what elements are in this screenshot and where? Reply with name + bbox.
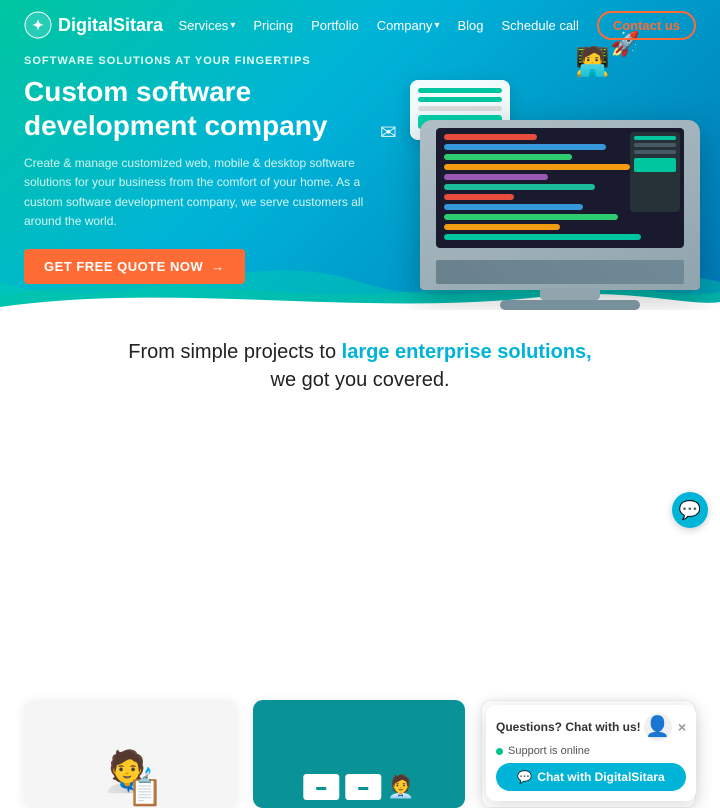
chat-close-button[interactable]: × [678, 719, 686, 735]
brand-name: DigitalSitara [58, 15, 163, 36]
laptop-foot [500, 300, 640, 310]
nav-schedule[interactable]: Schedule call [502, 18, 579, 33]
envelope-icon: ✉ [380, 120, 397, 145]
card-2: ▬ ▬ 🧑‍💼 [253, 700, 466, 808]
chat-icon: 💬 [517, 770, 532, 784]
chat-widget: Questions? Chat with us! 👤 × Support is … [486, 705, 696, 801]
nav-company[interactable]: Company [377, 18, 440, 33]
nav-pricing[interactable]: Pricing [253, 18, 293, 33]
chat-header: Questions? Chat with us! 👤 × [486, 705, 696, 745]
nav-services[interactable]: Services [178, 18, 235, 33]
hero-content: Software Solutions At Your Fingertips Cu… [24, 55, 364, 284]
card1-figure: 🧑‍🎨 📋 [98, 708, 163, 808]
nav-links: Services Pricing Portfolio Company Blog … [178, 11, 696, 40]
chat-status: Support is online [486, 745, 696, 763]
nav-portfolio[interactable]: Portfolio [311, 18, 359, 33]
chat-avatar: 👤 [644, 713, 672, 741]
laptop-stand [540, 288, 600, 300]
tagline: From simple projects to large enterprise… [0, 310, 720, 410]
chat-fab-button[interactable]: 💬 [672, 492, 708, 528]
hero-section: ✦ DigitalSitara Services Pricing Portfol… [0, 0, 720, 320]
hero-title: Custom software development company [24, 75, 364, 142]
laptop-illustration [420, 120, 700, 290]
navbar: ✦ DigitalSitara Services Pricing Portfol… [0, 0, 720, 50]
hero-sub-heading: Software Solutions At Your Fingertips [24, 55, 364, 67]
contact-us-button[interactable]: Contact us [597, 11, 696, 40]
nav-blog[interactable]: Blog [457, 18, 483, 33]
status-dot [496, 748, 503, 755]
card2-figure: ▬ ▬ 🧑‍💼 [303, 754, 414, 800]
card-1: 🧑‍🎨 📋 [24, 700, 237, 808]
laptop-screen [436, 128, 684, 248]
hero-description: Create & manage customized web, mobile &… [24, 154, 364, 231]
logo[interactable]: ✦ DigitalSitara [24, 11, 163, 39]
svg-text:✦: ✦ [32, 17, 44, 33]
chat-button[interactable]: 💬 Chat with DigitalSitara [496, 763, 686, 791]
hero-illustration: ✉ 🚀 🧑‍💻 [350, 20, 720, 320]
cta-button[interactable]: GET FREE QUOTE NOW → [24, 249, 245, 284]
below-hero-section: From simple projects to large enterprise… [0, 310, 720, 540]
